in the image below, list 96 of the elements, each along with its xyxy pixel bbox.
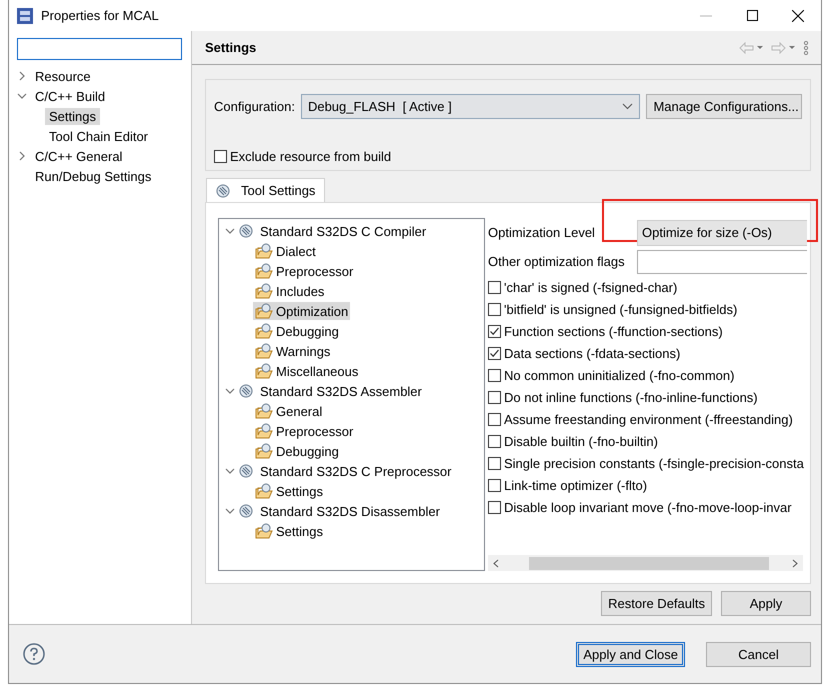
checkbox[interactable] [214,150,227,162]
more-icon[interactable] [803,40,809,54]
checkbox[interactable] [488,280,501,294]
help-icon[interactable] [23,643,45,665]
page-title: Settings [205,40,256,55]
checkbox-label: Function sections (-ffunction-sections) [504,324,723,338]
folder-icon [255,363,273,379]
checkbox-label: Exclude resource from build [230,148,392,164]
tree-item[interactable]: Optimization [253,302,350,320]
chevron-down-icon[interactable] [17,91,27,101]
chevron-down-icon[interactable] [225,466,235,476]
tree-item[interactable]: Includes [253,282,326,300]
tree-item[interactable]: Settings [253,482,325,500]
forward-icon[interactable] [771,42,797,54]
sidebar-item[interactable]: Run/Debug Settings [31,168,156,184]
checkbox[interactable] [488,500,501,514]
folder-icon [255,423,273,439]
tool-icon [239,504,253,518]
folder-icon [255,303,273,319]
tree-item[interactable]: Preprocessor [253,422,356,440]
app-logo-icon [17,8,33,24]
chevron-down-icon[interactable] [225,226,235,236]
sidebar-item[interactable]: C/C++ General [31,148,126,164]
checkbox[interactable] [488,412,501,426]
flags-label: Other optimization flags [488,254,626,269]
tab[interactable]: Tool Settings [206,178,326,202]
checkbox[interactable] [488,368,501,382]
filter-field[interactable] [17,38,182,60]
checkbox[interactable] [488,434,501,448]
folder-icon [255,343,273,359]
folder-icon [255,443,273,459]
tool-icon [239,384,253,398]
tree-item[interactable]: Standard S32DS Disassembler [258,502,442,520]
checkbox-label: Data sections (-fdata-sections) [504,346,680,360]
scroll-right-icon[interactable] [792,558,799,568]
checkbox-label: Link-time optimizer (-flto) [504,478,648,492]
sidebar-item[interactable]: Tool Chain Editor [45,128,152,144]
scroll-left-icon[interactable] [492,558,499,568]
cancel-button[interactable]: Cancel [706,642,811,666]
optimization-level-label: Optimization Level [488,225,596,240]
checkbox[interactable] [488,478,501,492]
tool-icon [239,224,253,238]
tree-item[interactable]: Standard S32DS Assembler [258,382,424,400]
configuration-dropdown[interactable]: Debug_FLASH [ Active ] [300,94,640,119]
maximize-icon[interactable] [746,10,758,21]
tree-item[interactable]: Warnings [253,342,332,360]
checkbox-label: 'char' is signed (-fsigned-char) [504,280,678,294]
tree-item[interactable]: Standard S32DS C Compiler [258,222,428,240]
folder-icon [255,403,273,419]
checkbox-label: 'bitfield' is unsigned (-funsigned-bitfields) [504,302,738,316]
chevron-down-icon[interactable] [622,103,634,110]
checkbox[interactable] [488,302,501,316]
restore-defaults-button[interactable]: Restore Defaults [601,591,712,616]
tree-item[interactable]: Debugging [253,322,341,340]
configuration-label: Configuration: [214,99,295,114]
checkbox-label: Disable builtin (-fno-builtin) [504,434,658,448]
tree-item[interactable]: General [253,402,324,420]
flags-field[interactable] [637,250,807,274]
folder-icon [255,283,273,299]
close-icon[interactable] [792,10,804,22]
chevron-right-icon[interactable] [17,71,27,81]
tool-icon [216,184,230,198]
checkbox-label: Do not inline functions (-fno-inline-functions) [504,390,758,404]
chevron-right-icon[interactable] [17,151,27,161]
tree-item[interactable]: Debugging [253,442,341,460]
chevron-down-icon[interactable] [225,506,235,516]
sidebar-item[interactable]: Settings [45,108,100,124]
checkbox-label: No common uninitialized (-fno-common) [504,368,734,382]
checkbox[interactable] [488,346,501,360]
sidebar-item[interactable]: C/C++ Build [31,88,110,104]
folder-icon [255,243,273,259]
checkbox[interactable] [488,324,501,338]
optimization-level-dropdown[interactable]: Optimize for size (-Os) [637,220,807,246]
apply-and-close-button[interactable]: Apply and Close [576,642,685,666]
apply-button[interactable]: Apply [721,591,811,616]
checkbox[interactable] [488,456,501,470]
back-icon[interactable] [739,42,765,54]
tree-item[interactable]: Standard S32DS C Preprocessor [258,462,454,480]
checkbox-label: Disable loop invariant move (-fno-move-loop-invar [504,500,792,514]
folder-icon [255,263,273,279]
folder-icon [255,483,273,499]
tree-item[interactable]: Miscellaneous [253,362,360,380]
tree-item[interactable]: Settings [253,522,325,540]
checkbox[interactable] [488,390,501,404]
tree-item[interactable]: Preprocessor [253,262,356,280]
manage-configurations-button[interactable]: Manage Configurations... [646,94,802,119]
checkbox-label: Single precision constants (-fsingle-precision-consta [504,456,804,470]
tool-icon [239,464,253,478]
folder-icon [255,523,273,539]
horizontal-scrollbar[interactable] [488,555,803,571]
folder-icon [255,323,273,339]
tree-item[interactable]: Dialect [253,242,318,260]
checkbox-label: Assume freestanding environment (-ffreestanding) [504,412,793,426]
chevron-down-icon[interactable] [225,386,235,396]
window-title: Properties for MCAL [41,8,159,23]
sidebar-item[interactable]: Resource [31,68,95,84]
